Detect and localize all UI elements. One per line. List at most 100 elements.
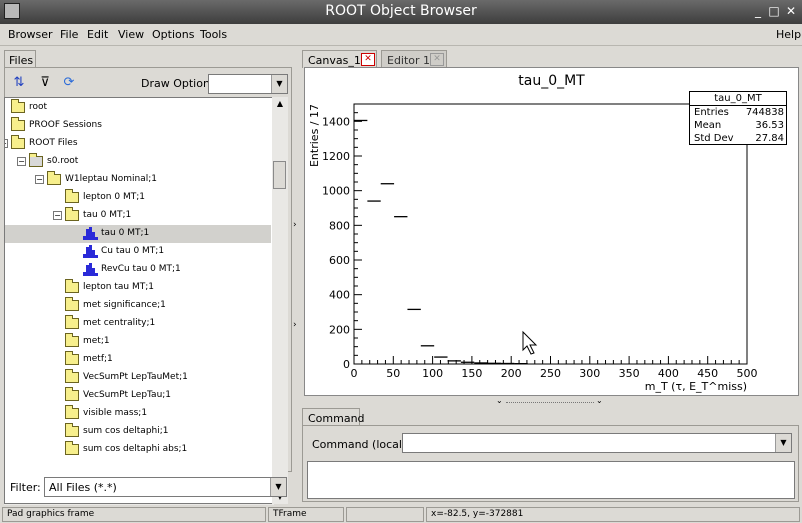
tree-item-label: tau 0 MT;1 <box>83 210 132 220</box>
menu-file[interactable]: File <box>60 28 78 41</box>
tree-item[interactable]: PROOF Sessions <box>5 117 271 135</box>
window-title: ROOT Object Browser <box>325 3 477 19</box>
close-window-button[interactable]: ✕ <box>783 3 799 19</box>
tree-item[interactable]: − ROOT Files <box>5 135 271 153</box>
command-input[interactable]: ▼ <box>402 433 792 453</box>
tree-item-label: met significance;1 <box>83 300 166 310</box>
stats-box[interactable]: tau_0_MT Entries 744838 Mean 36.53 Std D… <box>689 91 787 145</box>
tab-canvas-1[interactable]: Canvas_1 ✕ <box>302 50 377 68</box>
tree-item[interactable]: lepton 0 MT;1 <box>5 189 271 207</box>
x-axis-label: m_T (τ, E_T^miss) <box>645 380 747 393</box>
filter-combo[interactable]: All Files (*.*) ▼ <box>44 477 287 497</box>
title-bar: ROOT Object Browser _ □ ✕ <box>0 0 802 24</box>
stats-key: Mean <box>694 120 722 131</box>
folder-icon <box>65 315 79 329</box>
collapse-icon[interactable]: − <box>35 175 44 184</box>
filter-icon[interactable]: ⊽ <box>37 75 53 91</box>
minimize-button[interactable]: _ <box>750 3 766 19</box>
y-tick-label: 1200 <box>322 150 350 163</box>
tab-editor-1[interactable]: Editor 1 ✕ <box>381 50 447 68</box>
y-tick-label: 800 <box>329 219 350 232</box>
command-label: Command (local): <box>312 438 410 451</box>
status-object: Pad graphics frame <box>2 507 266 522</box>
y-tick-label: 0 <box>343 358 350 371</box>
y-tick-label: 400 <box>329 289 350 302</box>
stats-row-stddev: Std Dev 27.84 <box>694 133 784 146</box>
vertical-splitter[interactable]: ⌄ ⌄ <box>496 396 606 407</box>
histogram-icon <box>83 263 98 276</box>
folder-icon <box>65 405 79 419</box>
collapse-left-icon[interactable]: › <box>293 220 301 230</box>
tree-item[interactable]: − s0.root <box>5 153 271 171</box>
tree-item[interactable]: − tau 0 MT;1 <box>5 207 271 225</box>
y-tick-label: 1000 <box>322 185 350 198</box>
folder-icon <box>65 387 79 401</box>
scroll-thumb[interactable] <box>273 161 286 189</box>
tree-item-label: PROOF Sessions <box>29 120 102 130</box>
tab-command[interactable]: Command <box>302 408 365 426</box>
chevron-down-icon[interactable]: ▼ <box>270 478 286 496</box>
tab-files[interactable]: Files <box>4 50 36 68</box>
tree-item[interactable]: tau 0 MT;1 <box>5 225 271 243</box>
tree-item[interactable]: met centrality;1 <box>5 315 271 333</box>
tree-item[interactable]: visible mass;1 <box>5 405 271 423</box>
menu-help[interactable]: Help <box>776 28 801 41</box>
draw-option-label: Draw Option: <box>141 77 214 90</box>
menu-browser[interactable]: Browser <box>8 28 53 41</box>
tree-item-label: met centrality;1 <box>83 318 156 328</box>
folder-icon <box>11 117 25 131</box>
menu-edit[interactable]: Edit <box>87 28 108 41</box>
sort-az-icon[interactable]: ⇅ <box>11 75 27 91</box>
x-tick-label: 450 <box>697 367 718 380</box>
menu-view[interactable]: View <box>118 28 144 41</box>
histogram-icon <box>83 227 98 240</box>
collapse-icon[interactable]: − <box>53 211 62 220</box>
tree-item[interactable]: met;1 <box>5 333 271 351</box>
folder-icon <box>65 297 79 311</box>
status-bar: Pad graphics frame TFrame x=-82.5, y=-37… <box>0 505 802 523</box>
draw-option-combo[interactable]: ▼ <box>208 74 288 94</box>
tree-item-label: VecSumPt LepTauMet;1 <box>83 372 188 382</box>
close-tab-icon[interactable]: ✕ <box>361 53 375 66</box>
tree-item[interactable]: RevCu tau 0 MT;1 <box>5 261 271 279</box>
tree-item[interactable]: − W1leptau Nominal;1 <box>5 171 271 189</box>
tree-item[interactable]: sum cos deltaphi;1 <box>5 423 271 441</box>
x-tick-label: 0 <box>351 367 358 380</box>
scroll-up-icon[interactable]: ▲ <box>272 97 288 111</box>
x-tick-label: 200 <box>501 367 522 380</box>
maximize-button[interactable]: □ <box>766 3 782 19</box>
tree-item[interactable]: metf;1 <box>5 351 271 369</box>
folder-icon <box>11 99 25 113</box>
status-coordinates: x=-82.5, y=-372881 <box>426 507 800 522</box>
tree-item[interactable]: lepton tau MT;1 <box>5 279 271 297</box>
x-tick-label: 350 <box>619 367 640 380</box>
tree-item-label: sum cos deltaphi;1 <box>83 426 169 436</box>
chevron-down-icon[interactable]: ▼ <box>775 434 791 452</box>
tree-item-label: metf;1 <box>83 354 113 364</box>
tree-item[interactable]: VecSumPt LepTauMet;1 <box>5 369 271 387</box>
command-output[interactable] <box>307 461 795 499</box>
collapse-icon[interactable]: − <box>17 157 26 166</box>
menu-options[interactable]: Options <box>152 28 194 41</box>
file-tree[interactable]: root PROOF Sessions −ROOT Files−s0.root−W1… <box>4 97 274 504</box>
chevron-down-icon: ⌄ <box>596 396 603 405</box>
canvas[interactable]: tau_0_MT 0 50 100 150 200 250 300 350 400 450 500 0… <box>304 67 799 396</box>
refresh-icon[interactable]: ⟳ <box>61 75 77 91</box>
close-tab-icon[interactable]: ✕ <box>430 53 444 66</box>
tree-item[interactable]: met significance;1 <box>5 297 271 315</box>
collapse-icon[interactable]: − <box>5 139 8 148</box>
folder-icon <box>11 135 25 149</box>
tree-item-label: visible mass;1 <box>83 408 148 418</box>
folder-icon <box>65 279 79 293</box>
folder-icon <box>65 207 79 221</box>
tree-item[interactable]: Cu tau 0 MT;1 <box>5 243 271 261</box>
chevron-down-icon[interactable]: ▼ <box>271 75 287 93</box>
tree-item[interactable]: sum cos deltaphi abs;1 <box>5 441 271 459</box>
tree-vertical-scrollbar[interactable]: ▲ ▼ <box>272 97 288 504</box>
tree-item[interactable]: VecSumPt LepTau;1 <box>5 387 271 405</box>
stats-row-entries: Entries 744838 <box>694 107 784 120</box>
collapse-left-icon-2[interactable]: › <box>293 320 301 330</box>
tree-item[interactable]: root <box>5 99 271 117</box>
menu-tools[interactable]: Tools <box>200 28 227 41</box>
x-tick-label: 250 <box>540 367 561 380</box>
